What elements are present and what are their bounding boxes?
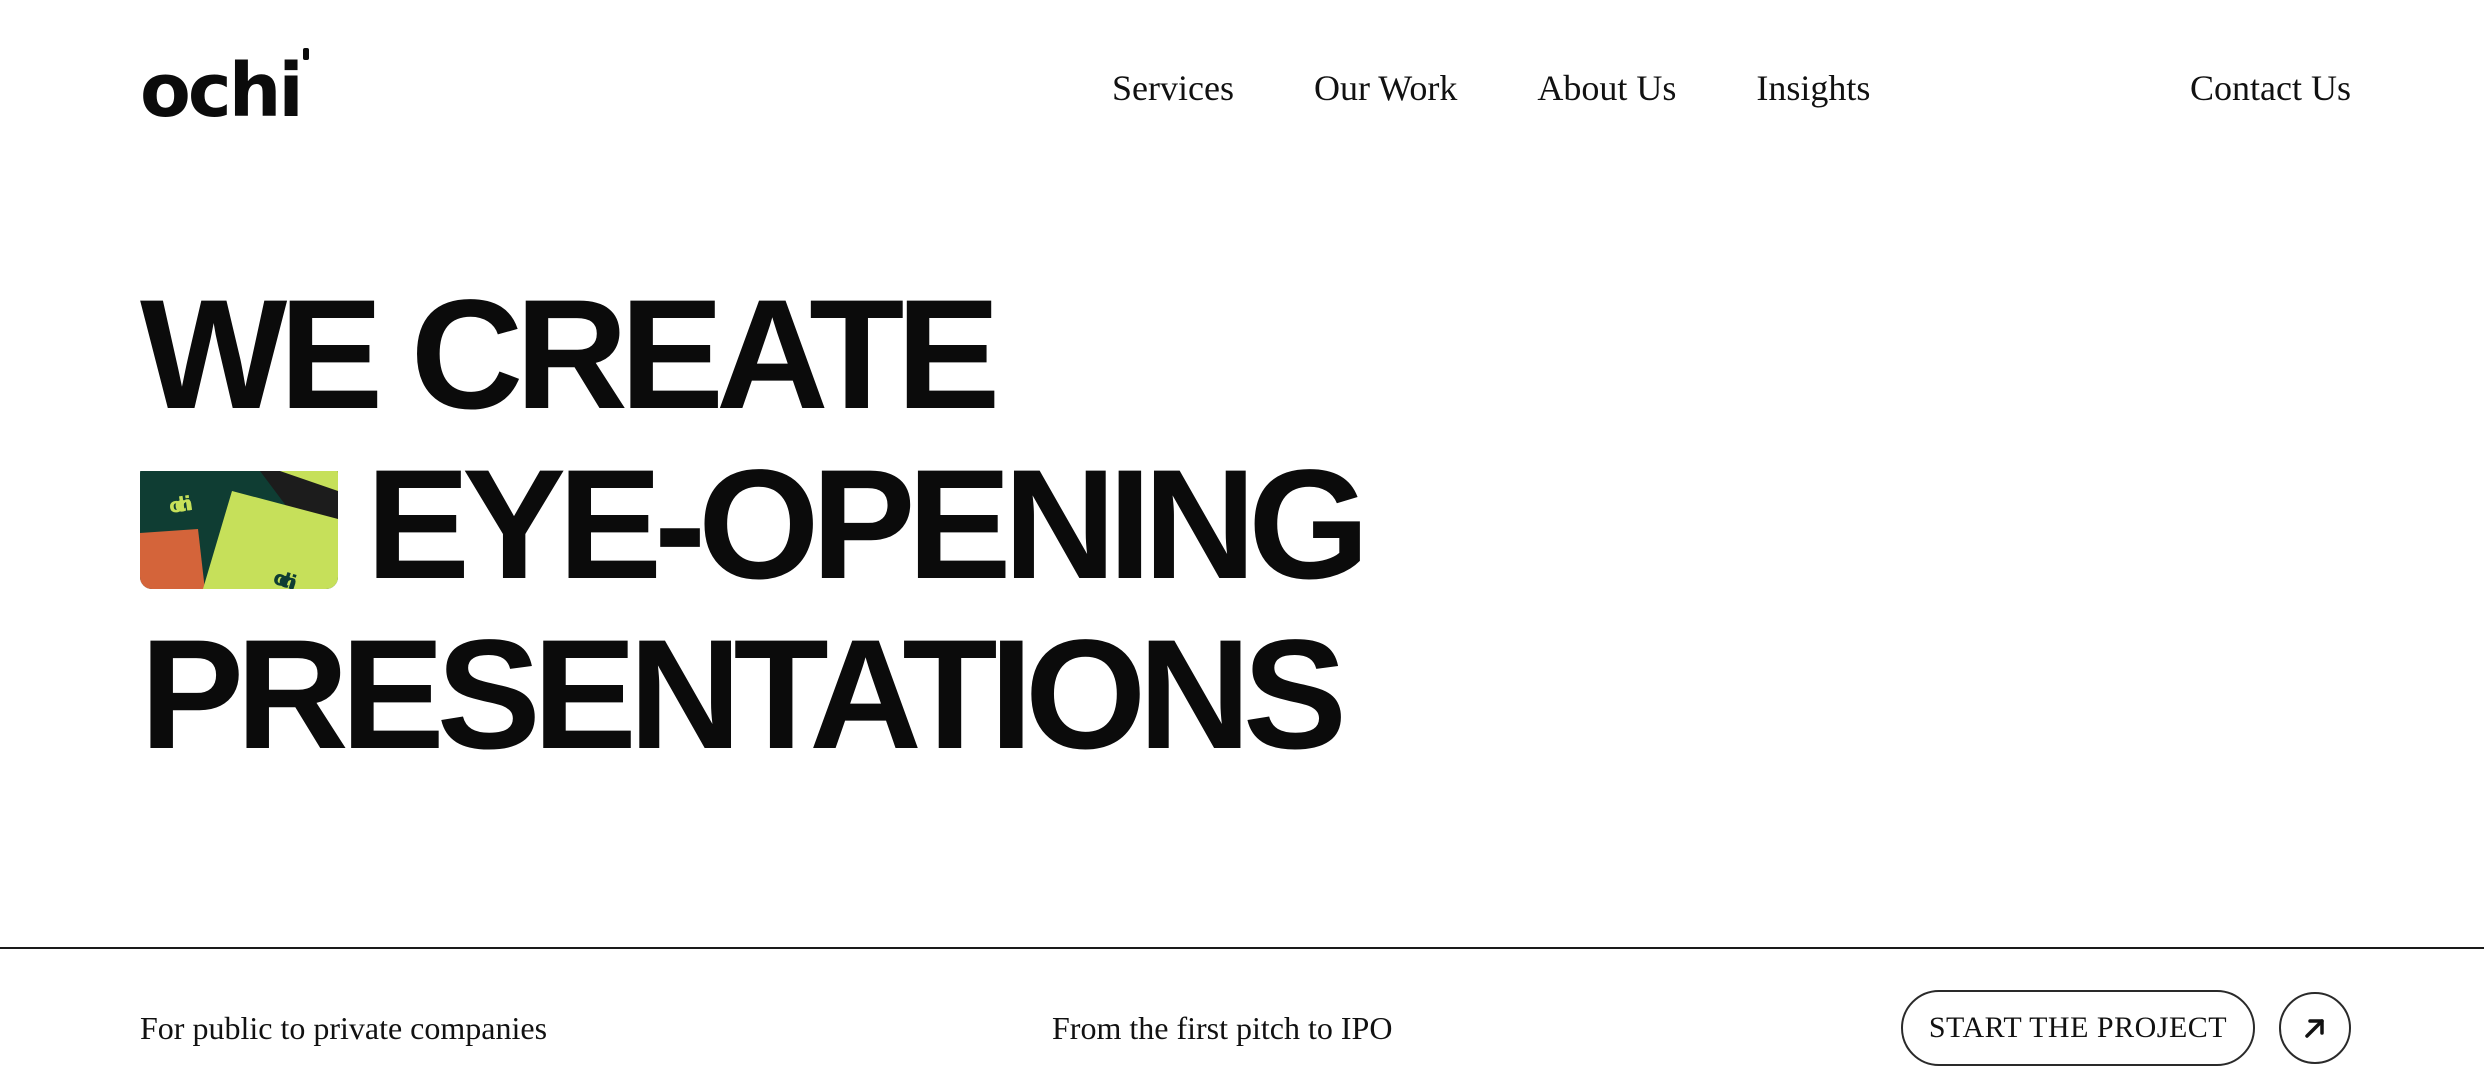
logo-text: ochi — [140, 48, 304, 134]
nav-item-insights[interactable]: Insights — [1756, 66, 1870, 110]
hero-line-1: WE CREATE — [140, 270, 1362, 440]
nav-item-about-us[interactable]: About Us — [1537, 66, 1676, 110]
start-project-button[interactable]: START THE PROJECT — [1901, 990, 2255, 1066]
contact-us-link[interactable]: Contact Us — [2190, 66, 2351, 110]
start-project-arrow-button[interactable] — [2279, 992, 2351, 1064]
hero-divider — [0, 947, 2484, 949]
hero-thumbnail-image: ochi ochi — [140, 461, 338, 589]
hero-line-2-text: EYE-OPENING — [366, 438, 1370, 612]
hero-line-3: PRESENTATIONS — [140, 610, 1362, 780]
nav-item-our-work[interactable]: Our Work — [1314, 66, 1457, 110]
hero-line-3-text: PRESENTATIONS — [140, 608, 1347, 782]
logo[interactable]: ochi — [140, 48, 309, 134]
nav-item-services[interactable]: Services — [1112, 66, 1234, 110]
tagline-left: For public to private companies — [140, 1010, 548, 1046]
arrow-up-right-icon — [2305, 1019, 2324, 1038]
hero-line-1-text: WE CREATE — [140, 268, 1000, 442]
site-header: ochi Services Our Work About Us Insights… — [0, 0, 2484, 180]
hero-section: WE CREATE ochi ochi EYE-OPENING PRESENTA… — [140, 270, 1370, 780]
tagline-middle: From the first pitch to IPO — [1052, 1010, 1393, 1046]
main-nav: Services Our Work About Us Insights — [1112, 66, 1870, 110]
presentation-cards-illustration: ochi ochi — [140, 471, 338, 589]
logo-accent-mark — [302, 48, 309, 60]
hero-line-2: ochi ochi EYE-OPENING — [140, 438, 1370, 612]
